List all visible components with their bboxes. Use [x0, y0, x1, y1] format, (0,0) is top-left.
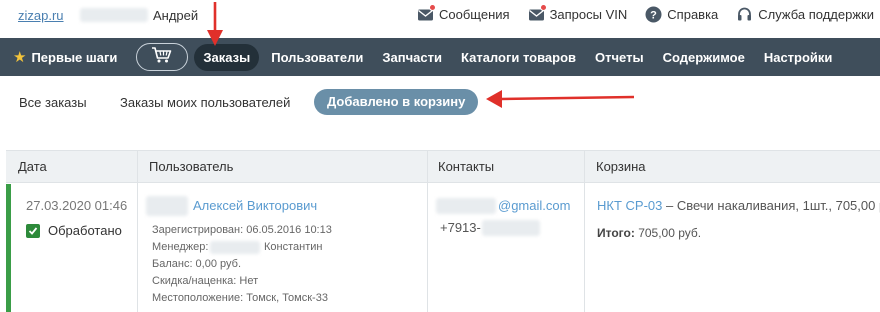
notification-dot [429, 4, 436, 11]
main-nav: ★ Первые шаги Заказы Пользователи Запчас… [0, 38, 880, 76]
redacted-block [482, 220, 540, 236]
redacted-block [146, 196, 188, 216]
user-name-link[interactable]: Алексей Викторович [193, 198, 317, 213]
nav-content[interactable]: Содержимое [663, 50, 745, 65]
nav-parts[interactable]: Запчасти [382, 50, 442, 65]
user-name[interactable]: Андрей [153, 8, 198, 23]
status-marker [6, 184, 11, 312]
top-links: Сообщения Запросы VIN ? Справка Служба п… [399, 4, 874, 23]
cart-item-description: – Свечи накаливания, 1шт., 705,00 р [666, 198, 880, 213]
support-label: Служба поддержки [758, 7, 874, 22]
manager-label: Менеджер: [152, 241, 209, 253]
mail-icon [528, 4, 547, 23]
nav-users[interactable]: Пользователи [271, 50, 363, 65]
vin-requests-link[interactable]: Запросы VIN [528, 4, 628, 23]
contact-phone: +7913- [440, 220, 481, 235]
cart-button[interactable] [136, 43, 189, 71]
cart-item-link[interactable]: НКТ CP-03 [597, 198, 662, 213]
header-date: Дата [18, 159, 47, 174]
nav-first-steps[interactable]: ★ Первые шаги [13, 48, 117, 66]
cart-total: Итого: 705,00 руб. [597, 226, 701, 240]
orders-table: Дата Пользователь Контакты Корзина 27.03… [6, 150, 880, 312]
header-user: Пользователь [149, 159, 234, 174]
tab-added-to-cart[interactable]: Добавлено в корзину [314, 89, 479, 115]
star-icon: ★ [13, 49, 27, 66]
help-icon: ? [645, 6, 662, 23]
redacted-block [80, 8, 148, 22]
page: zizap.ru Андрей Сообщения Запросы VIN ? … [0, 0, 880, 312]
contact-email[interactable]: @gmail.com [498, 198, 570, 213]
header-cart: Корзина [596, 159, 646, 174]
order-date: 27.03.2020 01:46 [26, 198, 128, 213]
messages-link[interactable]: Сообщения [417, 4, 510, 23]
registered-info: Зарегистрирован: 06.05.2016 10:13 [152, 224, 332, 236]
help-link[interactable]: ? Справка [645, 6, 718, 23]
check-icon [28, 227, 38, 235]
help-label: Справка [667, 7, 719, 22]
manager-name: Константин [264, 241, 323, 253]
tab-my-users-orders[interactable]: Заказы моих пользователей [120, 95, 290, 110]
nav-reports[interactable]: Отчеты [595, 50, 644, 65]
discount-info: Скидка/наценка: Нет [152, 275, 259, 287]
tab-all-orders[interactable]: Все заказы [19, 95, 87, 110]
brand-link[interactable]: zizap.ru [18, 8, 64, 23]
cart-icon [151, 46, 173, 69]
total-label: Итого: [597, 226, 635, 240]
balance-info: Баланс: 0,00 руб. [152, 258, 241, 270]
svg-text:?: ? [650, 10, 657, 22]
messages-label: Сообщения [439, 7, 510, 22]
vin-requests-label: Запросы VIN [549, 7, 628, 22]
annotation-arrow-down [207, 2, 223, 46]
nav-first-steps-label: Первые шаги [31, 49, 118, 65]
processed-checkbox[interactable] [26, 224, 40, 238]
sub-tabs: Все заказы Заказы моих пользователей Доб… [0, 88, 880, 118]
redacted-block [436, 198, 496, 214]
mail-icon [417, 4, 436, 23]
notification-dot [539, 4, 547, 11]
redacted-block [210, 241, 260, 254]
top-bar: zizap.ru Андрей Сообщения Запросы VIN ? … [0, 0, 880, 33]
header-contacts: Контакты [438, 159, 495, 174]
annotation-arrow-left [486, 90, 635, 108]
status-label: Обработано [48, 223, 122, 238]
total-value: 705,00 руб. [638, 226, 702, 240]
headset-icon [736, 6, 753, 23]
support-link[interactable]: Служба поддержки [736, 6, 874, 23]
nav-settings[interactable]: Настройки [764, 50, 833, 65]
nav-catalogs[interactable]: Каталоги товаров [461, 50, 576, 65]
table-row[interactable]: 27.03.2020 01:46 Обработано Алексей Викт… [6, 184, 880, 312]
location-info: Местоположение: Томск, Томск-33 [152, 292, 328, 304]
